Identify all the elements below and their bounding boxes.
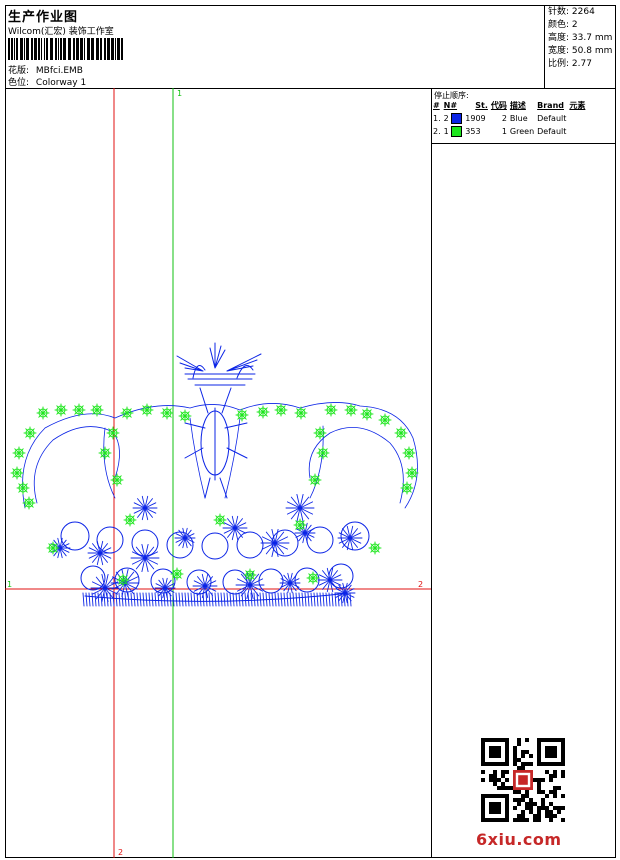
- row-num: 2.: [433, 127, 441, 136]
- axis-label-left: 1: [7, 580, 13, 589]
- row-desc: Blue: [509, 114, 528, 123]
- stat-label: 高度:: [548, 33, 570, 43]
- row-needle: 1: [444, 125, 466, 138]
- stat-value: 2264: [571, 7, 595, 17]
- col-header: N#: [443, 101, 458, 110]
- design-stats: 针数: 2264 颜色: 2 高度: 33.7 mm 宽度: 50.8 mm 比…: [548, 6, 612, 71]
- color-swatch: [451, 113, 463, 124]
- col-header: #: [433, 101, 440, 110]
- colorway-label: 色位:: [8, 78, 30, 88]
- row-elem: [569, 125, 588, 138]
- watermark-text: 6xiu.com: [476, 830, 562, 849]
- stat-value: 2.77: [571, 59, 592, 69]
- row-code: 2: [501, 114, 507, 123]
- stat-value: 2: [571, 20, 578, 30]
- stat-label: 颜色:: [548, 20, 570, 30]
- col-header: 代码: [490, 101, 507, 110]
- axis-label-top: 1: [177, 89, 183, 98]
- stat-label: 针数:: [548, 7, 570, 17]
- stat-row: 比例: 2.77: [548, 58, 612, 71]
- stat-value: 33.7 mm: [571, 33, 613, 43]
- table-row[interactable]: 1. 2 1909 2 Blue Default: [433, 112, 588, 125]
- col-header: Brand: [537, 101, 565, 110]
- row-brand: Default: [537, 127, 567, 136]
- row-code: 1: [501, 127, 507, 136]
- stop-sequence-table: # N# St. 代码 描述 Brand 元素 1. 2 1909 2 Blue…: [433, 100, 588, 138]
- table-row[interactable]: 2. 1 353 1 Green Default: [433, 125, 588, 138]
- stat-row: 高度: 33.7 mm: [548, 32, 612, 45]
- row-elem: [569, 112, 588, 125]
- stat-row: 宽度: 50.8 mm: [548, 45, 612, 58]
- qr-code-icon[interactable]: [481, 738, 565, 822]
- row-needle-value: 2: [443, 114, 449, 123]
- axis-label-right: 2: [418, 580, 424, 589]
- crown-top-emblem: [176, 342, 262, 386]
- header-info: 生产作业图 Wilcom(汇宏) 装饰工作室 花版: MBfci.EMB 色位:…: [5, 5, 545, 88]
- design-preview[interactable]: 1 1 2 2: [5, 88, 432, 858]
- col-header: 元素: [569, 101, 586, 110]
- page-title: 生产作业图: [8, 10, 79, 25]
- row-desc: Green: [509, 127, 535, 136]
- row-needle-value: 1: [443, 127, 449, 136]
- table-header-row: # N# St. 代码 描述 Brand 元素: [433, 100, 588, 112]
- row-brand: Default: [537, 114, 567, 123]
- axis-label-bottom: 2: [118, 848, 124, 857]
- stat-value: 50.8 mm: [571, 46, 613, 56]
- colorway-value: Colorway 1: [35, 78, 87, 88]
- row-stitches: 353: [465, 127, 481, 136]
- stat-row: 针数: 2264: [548, 6, 612, 19]
- col-header: 描述: [509, 101, 526, 110]
- col-header: St.: [475, 101, 488, 110]
- colorway-row: 色位: Colorway 1: [8, 75, 86, 88]
- row-needle: 2: [444, 112, 466, 125]
- barcode-icon: [8, 38, 123, 60]
- company-name: Wilcom(汇宏) 装饰工作室: [8, 27, 114, 37]
- worksheet-header: 生产作业图 Wilcom(汇宏) 装饰工作室 花版: MBfci.EMB 色位:…: [5, 5, 616, 89]
- crown-embroidery: [10, 342, 419, 607]
- row-num: 1.: [433, 114, 441, 123]
- color-swatch: [451, 126, 463, 137]
- stat-label: 比例:: [548, 59, 570, 69]
- crown-arch-outline: [22, 402, 418, 509]
- embroidery-canvas[interactable]: [5, 88, 432, 858]
- stat-label: 宽度:: [548, 46, 570, 56]
- stop-sequence-panel: 停止顺序: # N# St. 代码 描述 Brand 元素 1. 2 1909 …: [432, 88, 616, 144]
- row-stitches: 1909: [465, 114, 486, 123]
- stat-row: 颜色: 2: [548, 19, 612, 32]
